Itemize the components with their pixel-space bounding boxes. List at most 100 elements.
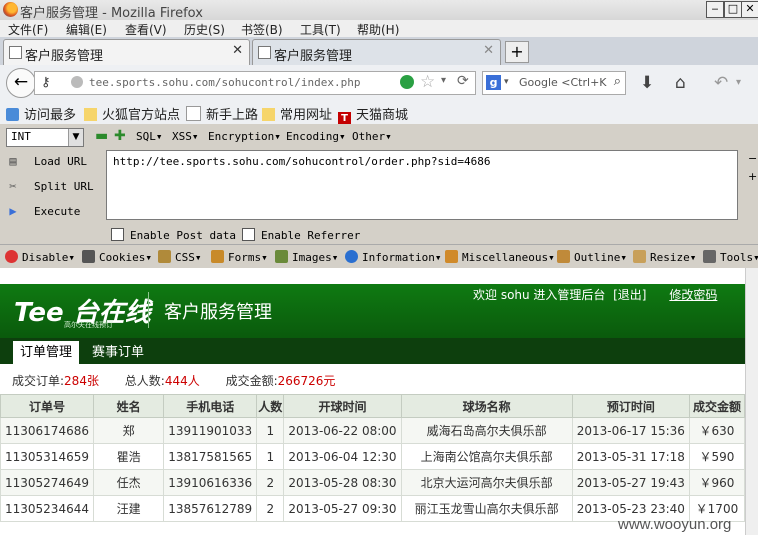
execute-button[interactable]: ▶ Execute bbox=[6, 204, 80, 218]
tab-label: 客户服务管理 bbox=[274, 49, 353, 64]
back-button[interactable]: ← bbox=[6, 68, 36, 98]
bookmark-icon bbox=[6, 108, 19, 121]
menu-xss[interactable]: XSS▾ bbox=[172, 130, 199, 143]
table-row[interactable]: 11306174686 郑 13911901033 1 2013-06-22 0… bbox=[0, 417, 745, 444]
amount-cell: ￥960 bbox=[688, 469, 745, 496]
url-textarea[interactable]: http://tee.sports.sohu.com/sohucontrol/o… bbox=[106, 150, 738, 220]
menu-tools[interactable]: 工具(T) bbox=[300, 21, 341, 38]
bookmark-label: 访问最多 bbox=[24, 108, 77, 123]
navigation-toolbar: ← ⚷ tee.sports.sohu.com/sohucontrol/inde… bbox=[0, 65, 758, 99]
maximize-button[interactable]: □ bbox=[724, 1, 742, 18]
webdev-resize[interactable]: Resize▾ bbox=[633, 250, 696, 264]
people-cell: 2 bbox=[256, 495, 285, 522]
bookmark-star-icon[interactable]: ☆ bbox=[420, 72, 435, 92]
go-icon[interactable] bbox=[400, 75, 414, 89]
engine-dropdown-icon[interactable]: ▾ bbox=[504, 77, 509, 87]
enable-referrer-checkbox[interactable]: Enable Referrer bbox=[242, 228, 360, 242]
tab-order-management[interactable]: 订单管理 bbox=[13, 341, 79, 364]
page-icon bbox=[9, 46, 22, 59]
menu-bookmarks[interactable]: 书签(B) bbox=[241, 21, 283, 38]
bookmark-getting-started[interactable]: 新手上路 bbox=[186, 104, 258, 123]
menu-dropdown-icon[interactable]: ▾ bbox=[736, 77, 741, 88]
course-cell: 上海南公馆高尔夫俱乐部 bbox=[400, 443, 573, 470]
menu-history[interactable]: 历史(S) bbox=[184, 21, 225, 38]
bookmark-common-sites[interactable]: 常用网址 bbox=[262, 104, 332, 123]
increase-icon[interactable]: ✚ bbox=[114, 128, 126, 144]
order-id-cell: 11305234644 bbox=[0, 495, 94, 522]
window-titlebar: 客户服务管理 - Mozilla Firefox ‒ □ ✕ bbox=[0, 0, 758, 21]
table-row[interactable]: 11305314659 瞿浩 13817581565 1 2013-06-04 … bbox=[0, 443, 745, 470]
menu-sql[interactable]: SQL▾ bbox=[136, 130, 163, 143]
misc-icon bbox=[445, 250, 458, 263]
page-scrollbar[interactable] bbox=[745, 268, 758, 535]
images-icon bbox=[275, 250, 288, 263]
tab-active[interactable]: 客户服务管理 ✕ bbox=[3, 39, 250, 65]
tab-inactive[interactable]: 客户服务管理 ✕ bbox=[252, 39, 501, 65]
download-icon[interactable]: ⬇ bbox=[640, 73, 654, 93]
menu-file[interactable]: 文件(F) bbox=[8, 21, 48, 38]
tee-time-cell: 2013-06-04 12:30 bbox=[283, 443, 402, 470]
webdev-disable[interactable]: Disable▾ bbox=[5, 250, 75, 264]
chevron-down-icon[interactable]: ▼ bbox=[68, 129, 83, 146]
bookmark-label: 火狐官方站点 bbox=[102, 108, 181, 123]
change-password-link[interactable]: 修改密码 bbox=[669, 288, 717, 302]
decrease-icon[interactable]: ▬ bbox=[95, 128, 108, 144]
table-row[interactable]: 11305274649 任杰 13910616336 2 2013-05-28 … bbox=[0, 469, 745, 496]
load-url-button[interactable]: ▤ Load URL bbox=[6, 154, 87, 168]
bookmark-label: 新手上路 bbox=[206, 108, 259, 123]
bookmark-tmall[interactable]: T 天猫商城 bbox=[338, 104, 408, 125]
tee-time-cell: 2013-06-22 08:00 bbox=[283, 417, 402, 444]
menu-encoding[interactable]: Encoding▾ bbox=[286, 130, 346, 143]
webdev-tools[interactable]: Tools▾ bbox=[703, 250, 758, 264]
webdev-information[interactable]: Information▾ bbox=[345, 250, 441, 264]
webdev-css[interactable]: CSS▾ bbox=[158, 250, 202, 264]
minimize-button[interactable]: ‒ bbox=[706, 1, 724, 18]
new-tab-button[interactable]: + bbox=[505, 41, 529, 63]
reload-icon[interactable]: ⟳ bbox=[457, 73, 469, 89]
top-strip bbox=[0, 268, 745, 284]
back-arrow-icon: ← bbox=[13, 72, 29, 92]
expand-icon[interactable]: + bbox=[748, 170, 757, 183]
webdev-label: Forms bbox=[228, 251, 262, 264]
checkbox-box[interactable] bbox=[111, 228, 124, 241]
menu-view[interactable]: 查看(V) bbox=[125, 21, 167, 38]
menu-other[interactable]: Other▾ bbox=[352, 130, 392, 143]
site-identity-icon[interactable] bbox=[71, 76, 83, 88]
tab-close-icon[interactable]: ✕ bbox=[483, 43, 494, 58]
logout-link[interactable]: [退出] bbox=[613, 288, 646, 302]
webdev-forms[interactable]: Forms▾ bbox=[211, 250, 268, 264]
checkbox-box[interactable] bbox=[242, 228, 255, 241]
address-url[interactable]: tee.sports.sohu.com/sohucontrol/index.ph… bbox=[89, 76, 361, 89]
close-window-button[interactable]: ✕ bbox=[741, 1, 758, 18]
bookmark-firefox-site[interactable]: 火狐官方站点 bbox=[84, 104, 180, 123]
webdev-miscellaneous[interactable]: Miscellaneous▾ bbox=[445, 250, 555, 264]
scissors-icon: ✂ bbox=[9, 179, 17, 193]
forms-icon bbox=[211, 250, 224, 263]
enable-post-checkbox[interactable]: Enable Post data bbox=[111, 228, 236, 242]
webdev-images[interactable]: Images▾ bbox=[275, 250, 338, 264]
split-url-button[interactable]: ✂ Split URL bbox=[6, 179, 93, 193]
webdev-label: Outline bbox=[574, 251, 621, 264]
home-icon[interactable]: ⌂ bbox=[675, 73, 686, 93]
bookmark-most-visited[interactable]: 访问最多 bbox=[6, 104, 76, 123]
history-dropdown-icon[interactable]: ▾ bbox=[441, 75, 446, 86]
webdev-outline[interactable]: Outline▾ bbox=[557, 250, 627, 264]
order-id-cell: 11306174686 bbox=[0, 417, 94, 444]
site-header: Tee 台在线 高尔夫在线预订 客户服务管理 欢迎 sohu 进入管理后台 [退… bbox=[0, 284, 745, 338]
google-icon[interactable]: g bbox=[486, 75, 501, 90]
column-header: 姓名 bbox=[92, 394, 165, 418]
shrink-icon[interactable]: − bbox=[748, 152, 757, 165]
search-icon[interactable]: ⌕ bbox=[614, 74, 621, 89]
undo-icon[interactable]: ↶ bbox=[714, 73, 728, 93]
load-url-icon: ▤ bbox=[9, 154, 17, 168]
tab-event-orders[interactable]: 赛事订单 bbox=[92, 341, 144, 364]
type-select[interactable]: INT ▼ bbox=[6, 128, 84, 147]
webdev-label: CSS bbox=[175, 251, 195, 264]
menu-encryption[interactable]: Encryption▾ bbox=[208, 130, 281, 143]
search-box[interactable]: g ▾ Google <Ctrl+K ⌕ bbox=[482, 71, 626, 95]
tab-close-icon[interactable]: ✕ bbox=[232, 43, 243, 58]
menu-help[interactable]: 帮助(H) bbox=[357, 21, 399, 38]
address-bar[interactable]: ⚷ tee.sports.sohu.com/sohucontrol/index.… bbox=[34, 71, 476, 95]
menu-edit[interactable]: 编辑(E) bbox=[66, 21, 107, 38]
webdev-cookies[interactable]: Cookies▾ bbox=[82, 250, 152, 264]
